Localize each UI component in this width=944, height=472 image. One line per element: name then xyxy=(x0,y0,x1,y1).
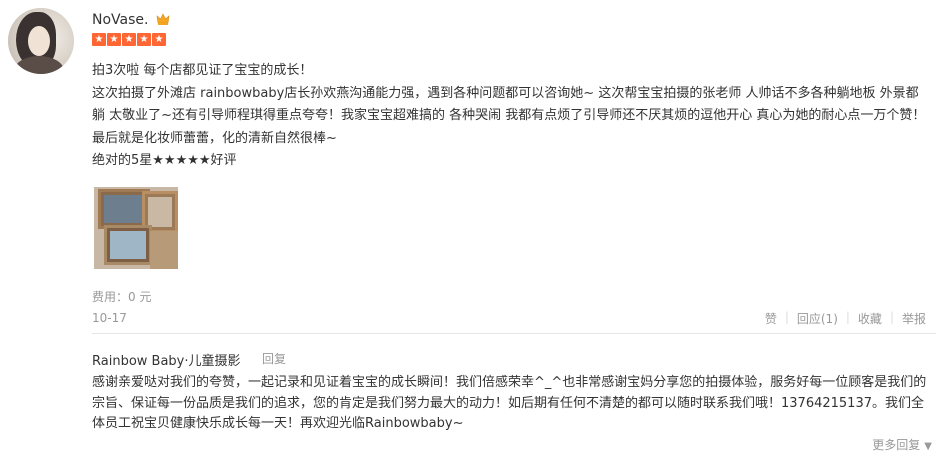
user-name[interactable]: NoVase. xyxy=(92,12,148,28)
review-date: 10-17 xyxy=(92,311,127,325)
review-photo[interactable] xyxy=(94,187,178,269)
cost-label: 费用：0 元 xyxy=(92,290,152,304)
report-button[interactable]: 举报 xyxy=(894,310,934,327)
shop-name[interactable]: Rainbow Baby·儿童摄影 xyxy=(92,350,241,369)
star-icon: ★ xyxy=(137,33,151,46)
crown-icon xyxy=(156,13,170,25)
review-line-3: 绝对的5星★★★★★好评 xyxy=(92,153,237,168)
review-actions: 赞 | 回应(1) | 收藏 | 举报 xyxy=(757,310,934,327)
chevron-down-icon: ▼ xyxy=(924,441,932,452)
reply-link[interactable]: 回复 xyxy=(262,350,286,367)
more-replies-button[interactable]: 更多回复 ▼ xyxy=(872,436,932,453)
star-icon: ★ xyxy=(107,33,121,46)
like-button[interactable]: 赞 xyxy=(757,310,785,327)
avatar[interactable] xyxy=(8,8,74,74)
reply-button[interactable]: 回应(1) xyxy=(789,310,846,327)
review-line-2: 这次拍摄了外滩店 rainbowbaby店长孙欢燕沟通能力强，遇到各种问题都可以… xyxy=(92,85,926,146)
star-icon: ★ xyxy=(152,33,166,46)
rating-stars: ★ ★ ★ ★ ★ xyxy=(92,33,166,47)
star-icon: ★ xyxy=(92,33,106,46)
more-replies-label: 更多回复 xyxy=(872,438,921,452)
favorite-button[interactable]: 收藏 xyxy=(850,310,890,327)
divider xyxy=(92,333,936,334)
star-icon: ★ xyxy=(122,33,136,46)
shop-reply-text: 感谢亲爱哒对我们的夸赞，一起记录和见证着宝宝的成长瞬间！我们倍感荣幸^_^也非常… xyxy=(92,375,927,431)
review-text: 拍3次啦 每个店都见证了宝宝的成长！ 这次拍摄了外滩店 rainbowbaby店… xyxy=(92,60,930,173)
review-line-1: 拍3次啦 每个店都见证了宝宝的成长！ xyxy=(92,63,313,78)
